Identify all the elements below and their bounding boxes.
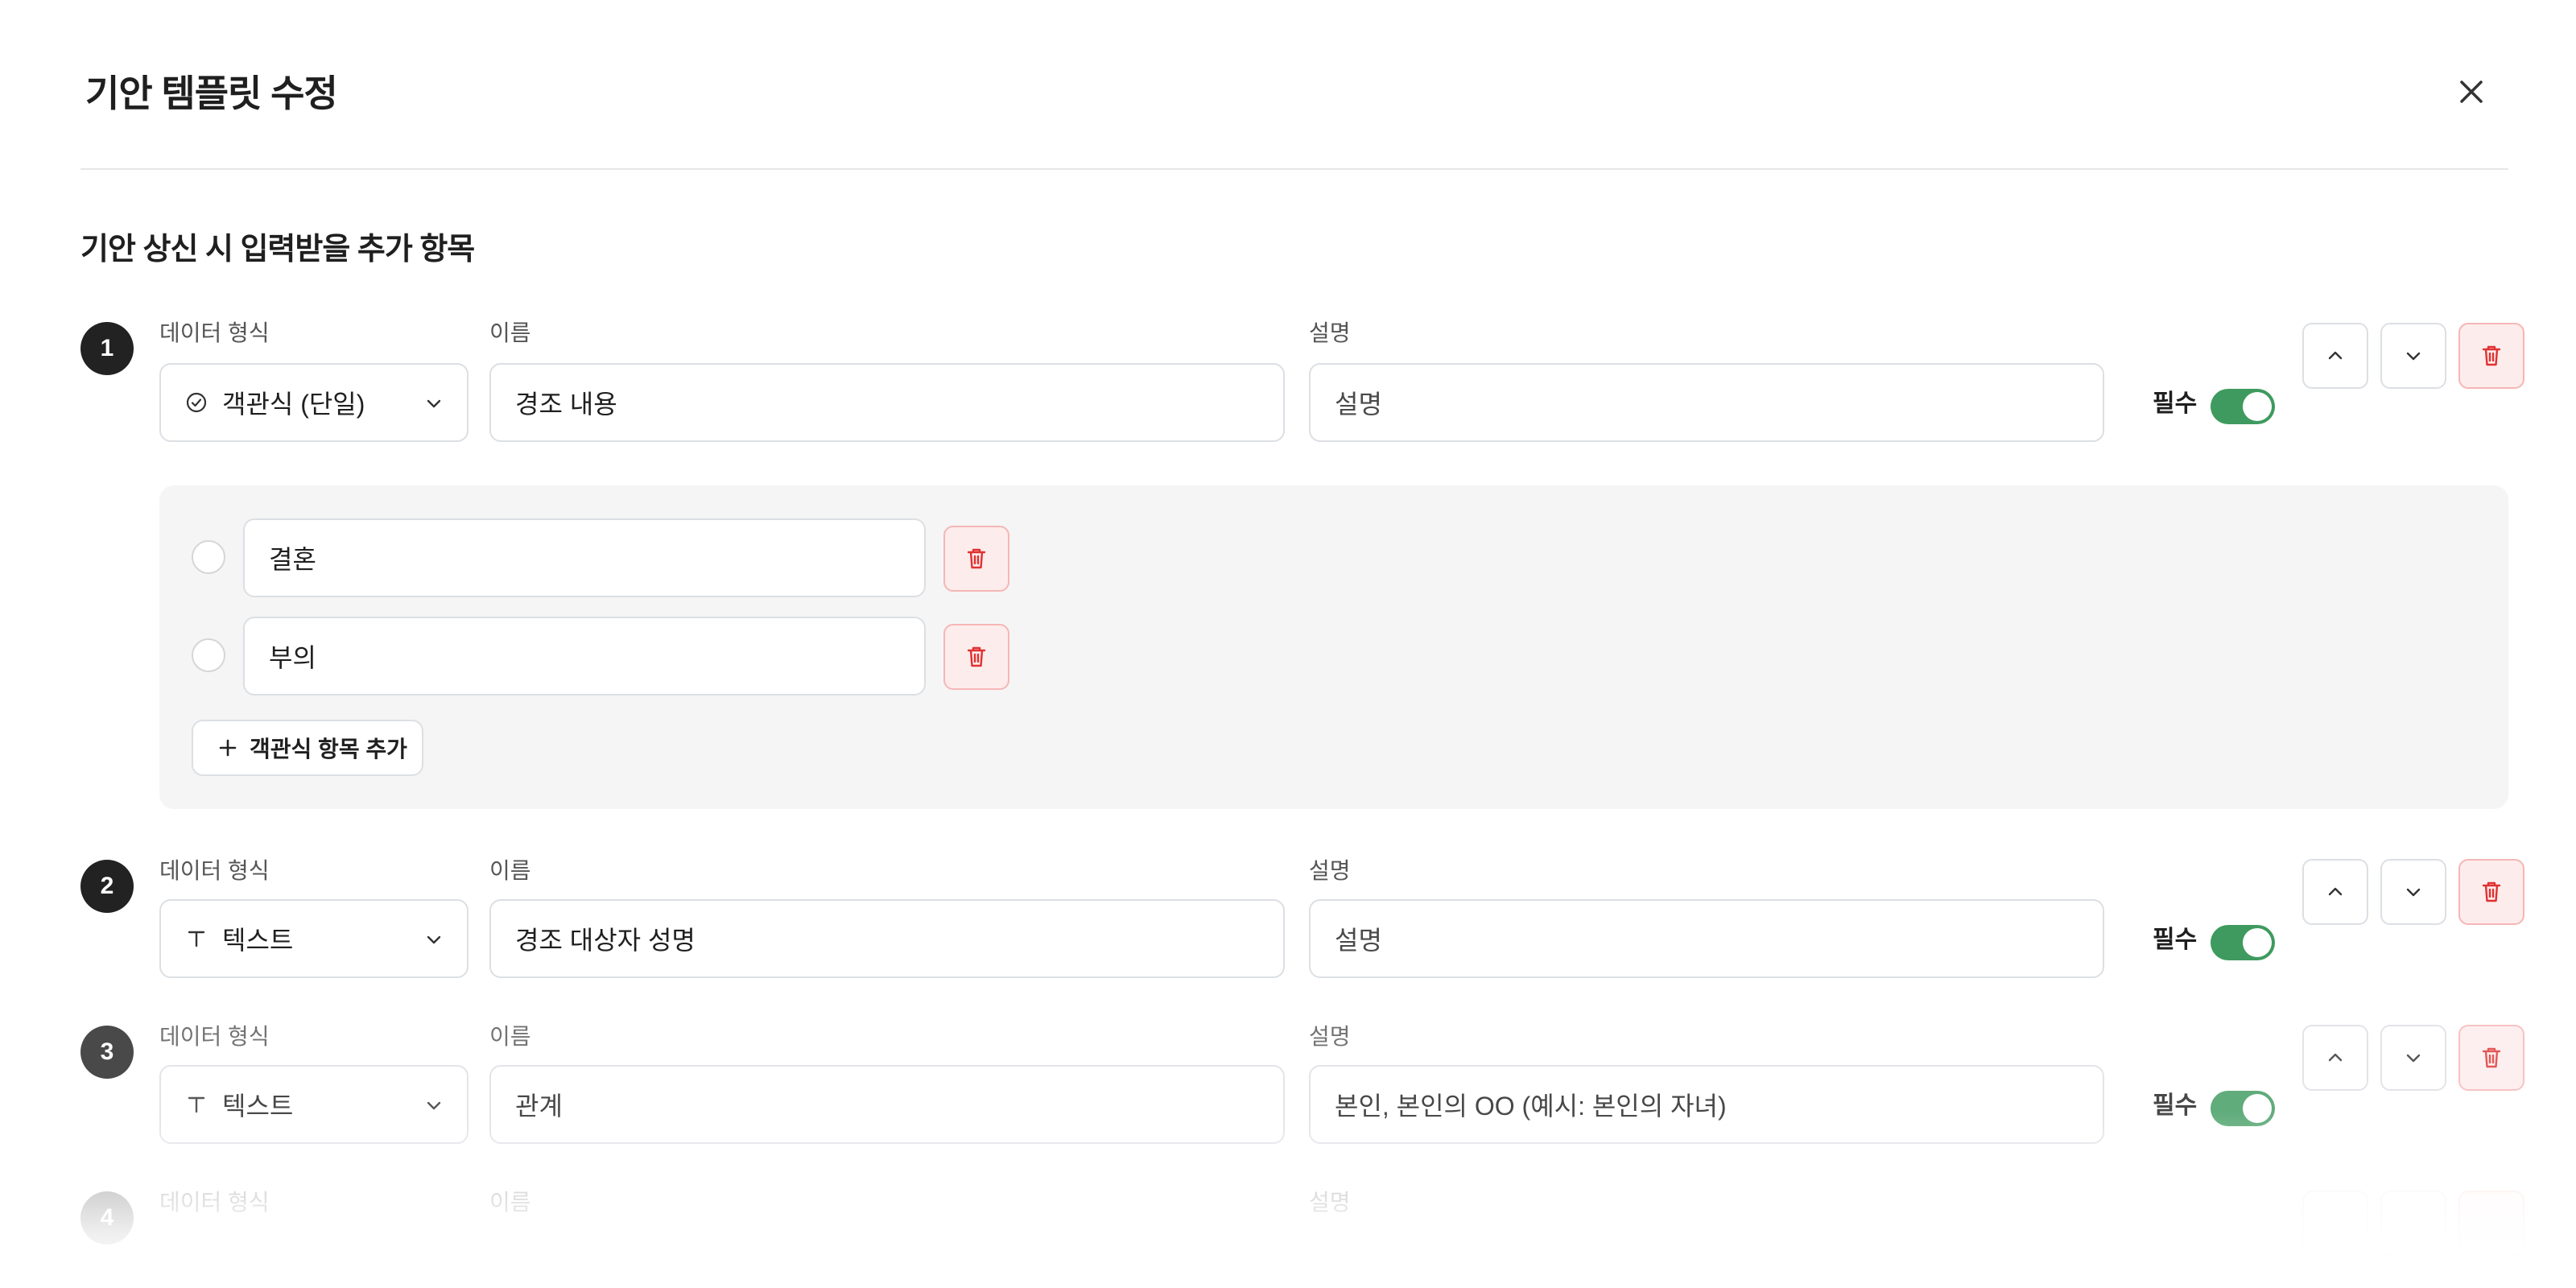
chevron-down-icon	[427, 399, 441, 408]
required-toggle[interactable]	[2211, 389, 2275, 424]
name-input[interactable]: 관계	[489, 1065, 1285, 1144]
delete-field-button[interactable]	[2458, 323, 2524, 389]
name-input-value: 경조 대상자 성명	[515, 926, 696, 955]
description-input[interactable]: 설명	[1309, 899, 2104, 978]
chevron-up-icon	[2328, 351, 2343, 360]
name-label: 이름	[489, 320, 531, 345]
description-label: 설명	[1309, 1024, 1351, 1049]
required-toggle[interactable]	[2211, 1091, 2275, 1126]
add-option-button[interactable]: 객관식 항목 추가	[192, 720, 423, 776]
name-label: 이름	[489, 1190, 531, 1215]
description-label: 설명	[1309, 1190, 1351, 1215]
delete-field-button[interactable]	[2458, 859, 2524, 925]
close-icon	[2460, 80, 2483, 103]
description-input[interactable]: 본인, 본인의 OO (예시: 본인의 자녀)	[1309, 1065, 2104, 1144]
check-circle-icon	[185, 391, 208, 414]
text-type-icon	[185, 927, 208, 950]
close-button[interactable]	[2452, 72, 2491, 111]
chevron-up-icon	[2328, 1053, 2343, 1062]
text-type-icon	[185, 1093, 208, 1116]
data-type-value: 텍스트	[222, 1092, 294, 1121]
option-input-value: 결혼	[269, 545, 316, 574]
trash-icon	[2482, 345, 2501, 366]
description-label: 설명	[1309, 858, 1351, 883]
delete-field-button[interactable]	[2458, 1025, 2524, 1091]
move-up-button[interactable]	[2302, 323, 2368, 389]
field-number-badge: 2	[80, 860, 134, 913]
data-type-select[interactable]: 텍스트	[159, 899, 469, 978]
data-type-value: 텍스트	[222, 926, 294, 955]
trash-icon	[967, 646, 986, 667]
data-type-label: 데이터 형식	[159, 320, 270, 345]
data-type-label: 데이터 형식	[159, 858, 270, 883]
chevron-down-icon	[2406, 888, 2421, 897]
field-number-badge: 4	[80, 1191, 134, 1245]
delete-option-button[interactable]	[943, 624, 1009, 690]
option-input[interactable]: 결혼	[243, 518, 926, 597]
chevron-down-icon	[2406, 352, 2421, 361]
required-label: 필수	[2153, 927, 2198, 953]
add-option-label: 객관식 항목 추가	[250, 737, 407, 762]
trash-icon	[2482, 1047, 2501, 1068]
name-label: 이름	[489, 858, 531, 883]
field-number-badge: 3	[80, 1026, 134, 1079]
option-radio[interactable]	[192, 638, 225, 672]
description-input-value: 본인, 본인의 OO (예시: 본인의 자녀)	[1335, 1092, 1727, 1121]
chevron-down-icon	[427, 935, 441, 944]
trash-icon	[967, 548, 986, 569]
name-input[interactable]: 경조 대상자 성명	[489, 899, 1285, 978]
field-number-badge: 1	[80, 322, 134, 375]
chevron-up-icon	[2328, 887, 2343, 896]
description-input[interactable]: 설명	[1309, 363, 2104, 442]
option-input-value: 부의	[269, 643, 316, 672]
move-up-button[interactable]	[2302, 1025, 2368, 1091]
data-type-value: 객관식 (단일)	[222, 390, 365, 419]
required-label: 필수	[2153, 390, 2198, 417]
header-divider	[80, 168, 2508, 170]
description-label: 설명	[1309, 320, 1351, 345]
description-input-value: 설명	[1335, 926, 1382, 955]
move-down-button[interactable]	[2380, 1191, 2446, 1257]
trash-icon	[2482, 881, 2501, 902]
required-toggle[interactable]	[2211, 925, 2275, 960]
move-down-button[interactable]	[2380, 323, 2446, 389]
modal-title: 기안 템플릿 수정	[85, 72, 338, 114]
plus-icon	[217, 737, 238, 758]
required-label: 필수	[2153, 1092, 2198, 1119]
name-input[interactable]: 경조 내용	[489, 363, 1285, 442]
delete-field-button[interactable]	[2458, 1191, 2524, 1257]
data-type-select[interactable]: 텍스트	[159, 1065, 469, 1144]
delete-option-button[interactable]	[943, 526, 1009, 592]
section-title: 기안 상신 시 입력받을 추가 항목	[80, 233, 475, 266]
option-radio[interactable]	[192, 540, 225, 574]
option-input[interactable]: 부의	[243, 617, 926, 696]
move-down-button[interactable]	[2380, 1025, 2446, 1091]
data-type-select[interactable]: 객관식 (단일)	[159, 363, 469, 442]
move-down-button[interactable]	[2380, 859, 2446, 925]
data-type-label: 데이터 형식	[159, 1024, 270, 1049]
name-input-value: 관계	[515, 1092, 563, 1121]
chevron-down-icon	[427, 1101, 441, 1110]
description-input-value: 설명	[1335, 390, 1382, 419]
name-label: 이름	[489, 1024, 531, 1049]
move-up-button[interactable]	[2302, 1191, 2368, 1257]
move-up-button[interactable]	[2302, 859, 2368, 925]
data-type-label: 데이터 형식	[159, 1190, 270, 1215]
chevron-down-icon	[2406, 1054, 2421, 1063]
name-input-value: 경조 내용	[515, 390, 617, 419]
